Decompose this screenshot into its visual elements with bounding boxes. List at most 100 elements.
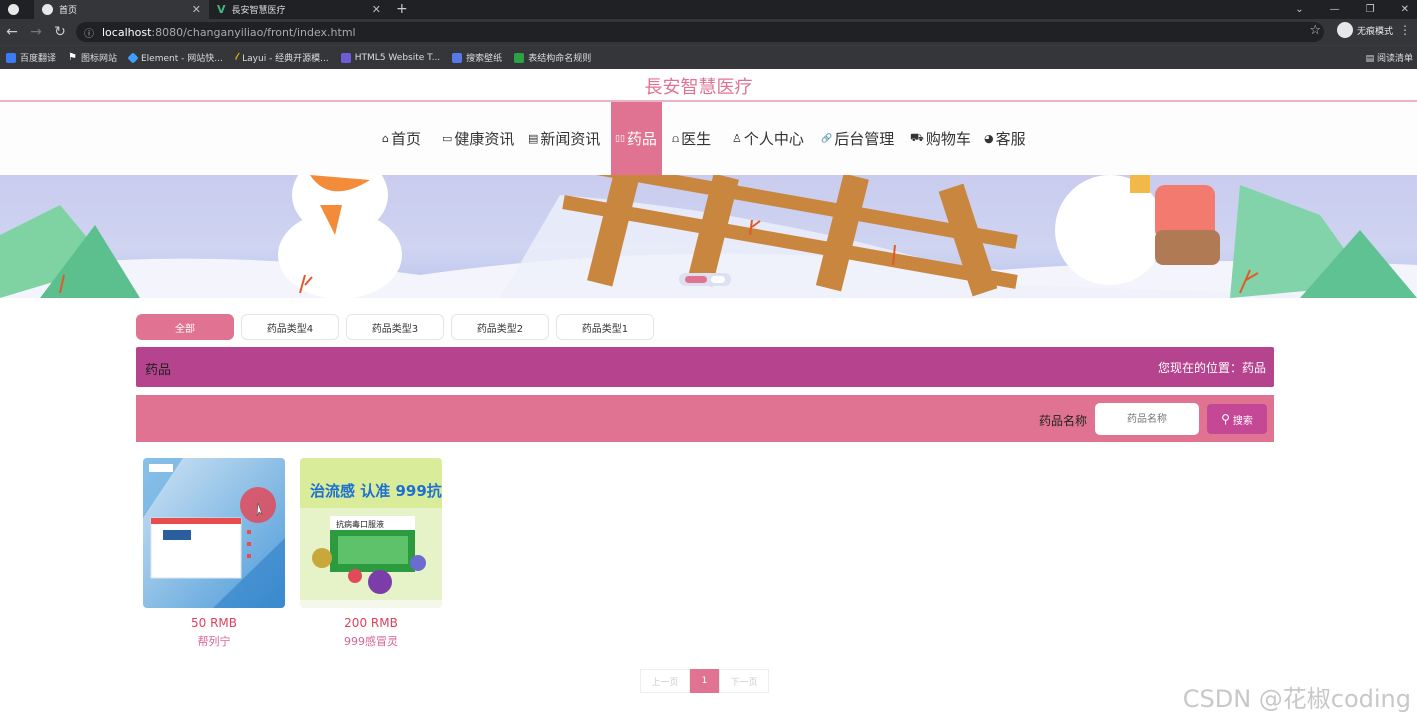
reload-icon[interactable]: ↻ [48, 24, 72, 40]
nav-health-news[interactable]: ▭ 健康资讯 [442, 102, 514, 175]
tab-site[interactable]: V 長安智慧医疗 ✕ [209, 0, 389, 19]
nav-label: 首页 [390, 130, 421, 148]
bookmark-item[interactable]: Element - 网站快... [123, 51, 229, 64]
banner-carousel[interactable] [0, 175, 1417, 298]
minimize-icon[interactable]: — [1330, 0, 1340, 19]
table-icon [514, 52, 525, 63]
category-all[interactable]: 全部 [136, 314, 234, 340]
bookmark-item[interactable]: 百度翻译 [0, 51, 62, 64]
maximize-icon[interactable]: ❐ [1366, 0, 1375, 19]
bookmarks-bar: 百度翻译 ⚑ 图标网站 Element - 网站快... 𝓁 Layui - 经典开… [0, 45, 1417, 69]
category-type2[interactable]: 药品类型2 [451, 314, 549, 340]
tab-home[interactable]: 首页 ✕ [34, 0, 209, 19]
bookmark-label: 图标网站 [80, 54, 117, 64]
product-image[interactable]: 治流感 认准 999抗病毒 抗病毒口服液 [300, 458, 442, 608]
nav-service[interactable]: ◕ 客服 [984, 102, 1026, 175]
carousel-dot[interactable] [711, 276, 725, 283]
product-name[interactable]: 999感冒灵 [300, 633, 442, 649]
nav-user-center[interactable]: ♙ 个人中心 [732, 102, 804, 175]
nav-doctor[interactable]: ⩍ 医生 [672, 102, 711, 175]
nav-label: 购物车 [925, 130, 971, 148]
section-header: 药品 您现在的位置：药品 [136, 347, 1274, 387]
nav-news[interactable]: ▤ 新闻资讯 [528, 102, 600, 175]
carousel-dot-active[interactable] [685, 276, 707, 283]
next-page-button[interactable]: 下一页 [719, 669, 769, 693]
user-icon: ♙ [732, 132, 742, 145]
nav-admin[interactable]: 🔗 后台管理 [821, 102, 894, 175]
page-1-button[interactable]: 1 [690, 669, 719, 693]
bookmark-item[interactable]: ⚑ 图标网站 [62, 51, 123, 64]
bookmark-item[interactable]: 表结构命名规则 [508, 51, 597, 64]
box-label: 抗病毒口服液 [336, 519, 384, 529]
category-type1[interactable]: 药品类型1 [556, 314, 654, 340]
address-bar-row: ← → ↻ ⓘ localhost:8080/changanyiliao/fro… [0, 19, 1417, 45]
translate-icon [6, 52, 16, 63]
reading-list[interactable]: ▤ 阅读清单 [1366, 51, 1413, 64]
bookmark-label: Layui - 经典开源模... [242, 54, 329, 64]
flag-icon: ⚑ [68, 52, 77, 63]
nav-medicine[interactable]: ▯▯ 药品 [611, 102, 662, 175]
url-host: localhost [102, 25, 152, 39]
main-nav: ⌂ 首页 ▭ 健康资讯 ▤ 新闻资讯 ▯▯ 药品 ⩍ 医生 ♙ 个人中心 🔗 后台管理 ⛟ 购物… [0, 102, 1417, 175]
product-photo-999: 治流感 认准 999抗病毒 抗病毒口服液 [300, 458, 442, 608]
nav-cart[interactable]: ⛟ 购物车 [910, 102, 971, 175]
html5-icon [340, 52, 351, 63]
bookmark-label: HTML5 Website T... [354, 52, 441, 63]
search-label: 药品名称 [1038, 414, 1087, 428]
url-bar[interactable]: ⓘ localhost:8080/changanyiliao/front/ind… [76, 22, 1324, 42]
product-name[interactable]: 帮列宁 [143, 633, 285, 649]
category-type4[interactable]: 药品类型4 [241, 314, 339, 340]
element-icon [127, 51, 139, 64]
tab-label: 首页 [59, 6, 78, 16]
close-window-icon[interactable]: ✕ [1401, 0, 1409, 19]
search-button[interactable]: ⚲ 搜索 [1207, 404, 1267, 434]
bookmark-item[interactable]: 𝓁 Layui - 经典开源模... [229, 51, 335, 64]
product-card[interactable]: 治流感 认准 999抗病毒 抗病毒口服液 200 RMB 999感冒灵 [300, 458, 442, 649]
list-icon: ▤ [1365, 54, 1377, 64]
search-icon: ⚲ [1221, 412, 1230, 426]
newspaper-icon: ▤ [528, 132, 539, 145]
category-type3[interactable]: 药品类型3 [346, 314, 444, 340]
prev-page-button[interactable]: 上一页 [640, 669, 690, 693]
cart-icon: ⛟ [910, 131, 924, 144]
breadcrumb: 您现在的位置：药品 [1157, 361, 1266, 375]
product-image[interactable] [143, 458, 285, 608]
info-icon[interactable]: ⓘ [84, 25, 94, 40]
tab-icon-slot[interactable] [0, 0, 34, 19]
close-icon[interactable]: ✕ [372, 3, 381, 16]
site-title: 長安智慧医疗 [644, 77, 753, 98]
doctor-icon: ⩍ [672, 131, 680, 145]
section-title: 药品 [145, 363, 172, 378]
nav-label: 健康资讯 [454, 130, 515, 148]
chrome-icon [8, 4, 19, 15]
close-icon[interactable]: ✕ [192, 3, 201, 16]
incognito-profile[interactable]: 无痕模式 [1336, 22, 1393, 38]
chevron-down-icon[interactable]: ⌄ [1295, 0, 1303, 19]
search-button-label: 搜索 [1232, 415, 1253, 427]
vue-icon: V [217, 3, 226, 16]
wallpaper-icon [452, 52, 463, 63]
bookmark-label: 表结构命名规则 [528, 54, 592, 64]
nav-label: 新闻资讯 [540, 130, 601, 148]
category-filter: 全部 药品类型4 药品类型3 药品类型2 药品类型1 [136, 314, 654, 340]
bookmark-label: 搜索壁纸 [466, 54, 503, 64]
nav-home[interactable]: ⌂ 首页 [382, 102, 421, 175]
bookmark-item[interactable]: HTML5 Website T... [335, 52, 446, 63]
search-input[interactable] [1095, 403, 1199, 435]
pagination: 上一页 1 下一页 [640, 669, 769, 693]
page-content: 長安智慧医疗 ⌂ 首页 ▭ 健康资讯 ▤ 新闻资讯 ▯▯ 药品 ⩍ 医生 ♙ 个人中心 🔗 后… [0, 69, 1417, 721]
window-controls: ⌄ — ❐ ✕ [1295, 0, 1409, 19]
bookmark-item[interactable]: 搜索壁纸 [446, 51, 508, 64]
forward-icon[interactable]: → [24, 24, 48, 40]
bookmark-star-icon[interactable]: ☆ [1309, 23, 1321, 38]
service-icon: ◕ [984, 132, 994, 145]
menu-icon[interactable]: ⋮ [1399, 23, 1411, 37]
bookmark-label: Element - 网站快... [141, 54, 223, 64]
nav-label: 个人中心 [743, 130, 804, 148]
new-tab-button[interactable]: + [396, 0, 408, 19]
product-price: 50 RMB [190, 616, 237, 630]
browser-tab-strip: 首页 ✕ V 長安智慧医疗 ✕ + ⌄ — ❐ ✕ [0, 0, 1417, 19]
product-card[interactable]: 50 RMB 帮列宁 [143, 458, 285, 649]
back-icon[interactable]: ← [0, 24, 24, 40]
home-icon: ⌂ [382, 132, 389, 145]
